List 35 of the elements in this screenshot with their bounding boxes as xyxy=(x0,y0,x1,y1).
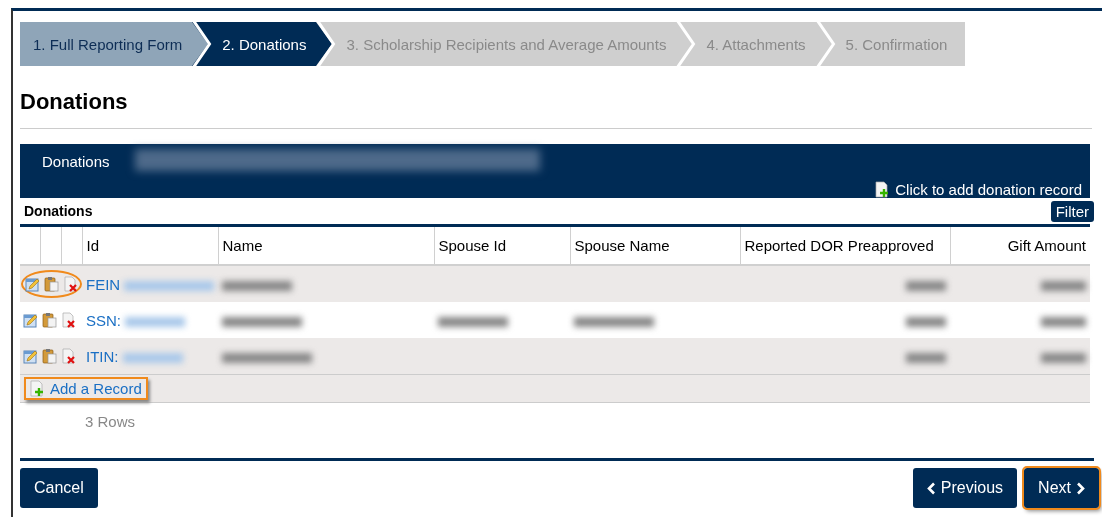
redacted-text xyxy=(125,316,186,327)
edit-icon[interactable] xyxy=(23,312,38,328)
redacted-text xyxy=(1041,316,1086,327)
id-link[interactable]: ITIN: xyxy=(86,347,119,365)
redacted-text xyxy=(906,280,946,291)
edit-icon[interactable] xyxy=(23,348,38,364)
redacted-text xyxy=(1041,352,1086,363)
delete-icon[interactable] xyxy=(61,348,76,364)
filter-button[interactable]: Filter xyxy=(1050,200,1094,222)
add-document-icon[interactable] xyxy=(875,181,891,198)
clipboard-icon[interactable] xyxy=(44,276,59,292)
edit-icon[interactable] xyxy=(25,276,40,292)
add-record-link[interactable]: Add a Record xyxy=(24,377,148,400)
redacted-text xyxy=(906,316,946,327)
page-title: Donations xyxy=(20,89,129,115)
chevron-left-icon xyxy=(926,481,936,495)
row-count: 3 Rows xyxy=(84,412,137,430)
clipboard-icon[interactable] xyxy=(42,348,57,364)
delete-icon[interactable] xyxy=(61,312,76,328)
delete-icon[interactable] xyxy=(63,276,78,292)
chevron-right-icon xyxy=(1076,481,1085,495)
redacted-text xyxy=(122,352,183,363)
id-link[interactable]: SSN: xyxy=(86,311,121,329)
id-link[interactable]: FEIN xyxy=(86,275,121,293)
clipboard-icon[interactable] xyxy=(42,312,57,328)
cancel-button[interactable]: Cancel xyxy=(20,468,98,508)
redacted-text xyxy=(438,316,508,327)
redacted-text xyxy=(906,352,946,363)
add-donation-link[interactable]: Click to add donation record xyxy=(873,181,1084,198)
panel-tab[interactable]: Donations xyxy=(42,153,110,170)
previous-button[interactable]: Previous xyxy=(912,468,1018,508)
redacted-text xyxy=(222,280,292,291)
redacted-text xyxy=(1041,280,1086,291)
next-button[interactable]: Next xyxy=(1024,468,1099,508)
grid-title: Donations xyxy=(23,203,93,219)
